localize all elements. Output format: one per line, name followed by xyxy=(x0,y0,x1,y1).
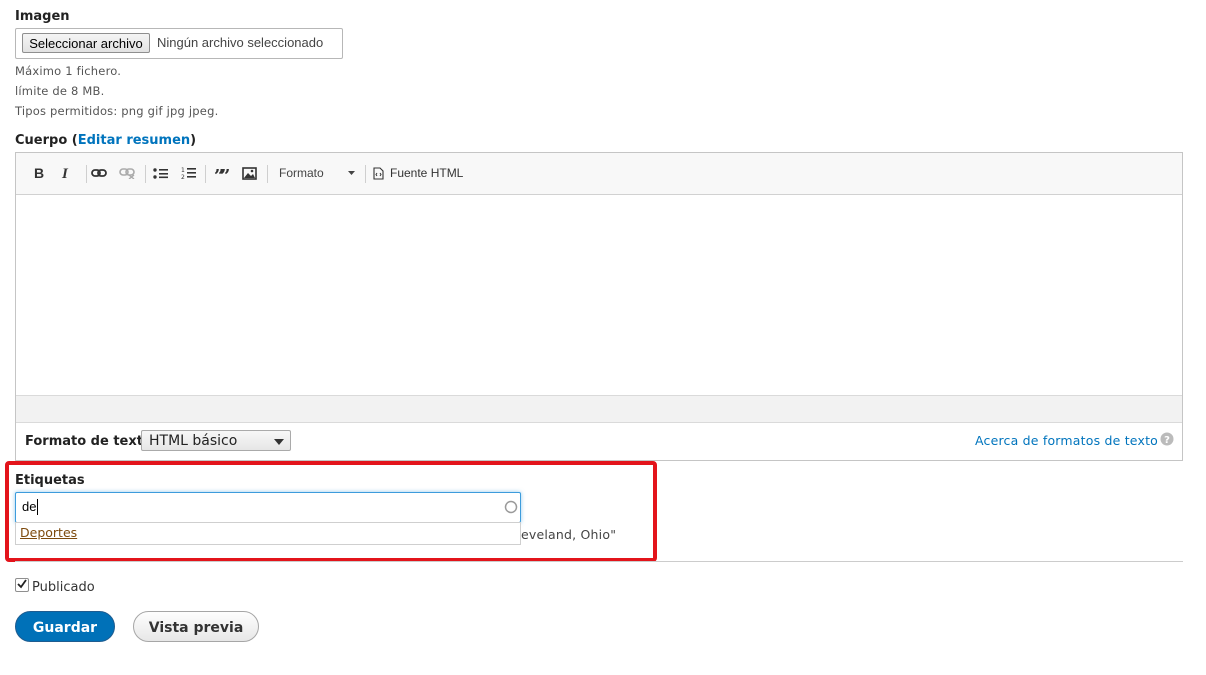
published-label: Publicado xyxy=(32,580,95,595)
image-help-allowed-types: Tipos permitidos: png gif jpg jpeg. xyxy=(15,104,219,118)
body-label-text: Cuerpo xyxy=(15,133,68,148)
toolbar-separator xyxy=(205,165,206,183)
unlink-icon xyxy=(118,163,136,183)
toolbar-separator xyxy=(86,165,87,183)
bold-icon[interactable]: B xyxy=(30,163,48,183)
svg-text:2: 2 xyxy=(181,174,185,180)
bulleted-list-icon[interactable] xyxy=(151,163,169,183)
chevron-down-icon xyxy=(348,171,355,175)
highlight-box xyxy=(5,461,657,562)
editor-toolbar: B I 12 ”” Formato xyxy=(16,153,1182,195)
image-icon[interactable] xyxy=(240,163,258,183)
svg-text:B: B xyxy=(34,166,44,180)
svg-text:I: I xyxy=(61,166,69,180)
svg-text:”: ” xyxy=(220,167,229,179)
image-help-size-limit: límite de 8 MB. xyxy=(15,84,105,98)
editor-elements-path xyxy=(16,395,1182,423)
body-field-label: Cuerpo (Editar resumen) xyxy=(15,133,196,148)
paren-close: ) xyxy=(190,133,197,148)
help-icon[interactable]: ? xyxy=(1160,432,1174,446)
edit-summary-link[interactable]: Editar resumen xyxy=(78,133,190,148)
section-divider xyxy=(15,561,1183,562)
toolbar-separator xyxy=(145,165,146,183)
text-format-row: Formato de texto HTML básico Acerca de f… xyxy=(16,423,1182,460)
image-field-label: Imagen xyxy=(15,9,70,24)
svg-text:?: ? xyxy=(1164,435,1170,446)
text-format-select[interactable]: HTML básico xyxy=(141,430,291,451)
format-dropdown-label: Formato xyxy=(279,166,324,180)
source-html-label: Fuente HTML xyxy=(390,166,464,180)
choose-file-button[interactable]: Seleccionar archivo xyxy=(22,33,150,53)
file-status-text: Ningún archivo seleccionado xyxy=(157,35,324,50)
image-help-max-files: Máximo 1 fichero. xyxy=(15,64,122,78)
editor-content-area[interactable] xyxy=(16,195,1182,395)
toolbar-separator xyxy=(267,165,268,183)
svg-text:1: 1 xyxy=(181,167,185,174)
italic-icon[interactable]: I xyxy=(57,163,75,183)
format-dropdown[interactable]: Formato xyxy=(272,163,362,183)
numbered-list-icon[interactable]: 12 xyxy=(179,163,197,183)
published-checkbox[interactable] xyxy=(15,578,29,592)
preview-button[interactable]: Vista previa xyxy=(133,611,259,642)
toolbar-separator xyxy=(365,165,366,183)
save-button[interactable]: Guardar xyxy=(15,611,115,642)
checkmark-icon xyxy=(17,579,27,589)
image-file-input[interactable]: Seleccionar archivo Ningún archivo selec… xyxy=(15,28,343,59)
text-format-value: HTML básico xyxy=(149,433,238,449)
text-format-label: Formato de texto xyxy=(25,434,152,449)
chevron-down-icon xyxy=(274,439,284,445)
about-text-formats-link[interactable]: Acerca de formatos de texto xyxy=(975,433,1158,448)
source-html-button[interactable]: Fuente HTML xyxy=(373,163,473,183)
blockquote-icon[interactable]: ”” xyxy=(212,163,230,183)
body-editor: B I 12 ”” Formato xyxy=(15,152,1183,461)
source-icon xyxy=(373,166,384,180)
link-icon[interactable] xyxy=(90,163,108,183)
